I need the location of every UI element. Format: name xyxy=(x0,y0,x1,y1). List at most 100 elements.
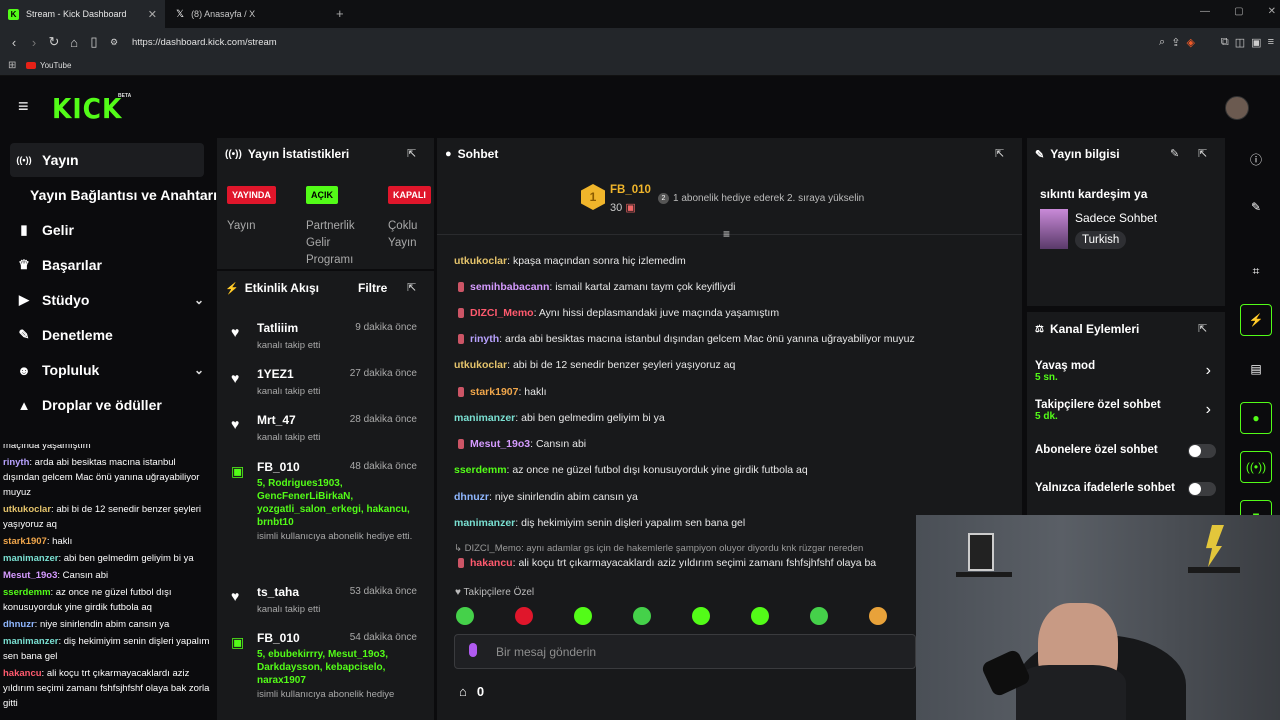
info-icon[interactable]: ⓘ xyxy=(1240,143,1272,175)
popout-icon[interactable]: ⇱ xyxy=(407,147,416,160)
apps-icon[interactable]: ⊞ xyxy=(8,60,16,71)
sidebar-icon[interactable]: ◫ xyxy=(1235,36,1245,49)
chevron-down-icon[interactable]: ⌄ xyxy=(194,293,204,307)
emote-icon[interactable] xyxy=(751,607,769,625)
chat-username[interactable]: sserdemm xyxy=(454,464,507,476)
activity-username[interactable]: ts_taha xyxy=(257,585,299,599)
chat-username[interactable]: dhnuzr xyxy=(3,619,35,630)
filter-button[interactable]: Filtre xyxy=(358,281,387,295)
extensions-icon[interactable]: ⧉ xyxy=(1221,36,1229,49)
emote-icon[interactable] xyxy=(633,607,651,625)
reload-icon[interactable]: ↻ xyxy=(44,34,64,50)
leader-name[interactable]: FB_010 xyxy=(610,184,651,196)
chevron-down-icon[interactable]: ⌄ xyxy=(194,363,204,377)
activity-username[interactable]: 1YEZ1 xyxy=(257,367,294,381)
wallet-icon[interactable]: ▣ xyxy=(1251,36,1261,49)
category-name[interactable]: Sadece Sohbet xyxy=(1075,211,1157,225)
chat-username[interactable]: hakancu xyxy=(470,557,513,569)
mic-icon[interactable] xyxy=(469,643,477,657)
tab-x[interactable]: 𝕏 (8) Anasayfa / X xyxy=(168,0,328,28)
emote-icon[interactable] xyxy=(515,607,533,625)
sidebar-item[interactable]: ▶ Stüdyo ⌄ xyxy=(10,283,204,317)
chat-username[interactable]: rinyth xyxy=(470,333,499,345)
pencil-icon[interactable]: ✎ xyxy=(1240,191,1272,223)
broadcast-icon[interactable]: ((•)) xyxy=(1240,451,1272,483)
user-avatar[interactable] xyxy=(1225,96,1249,120)
tab-kick-dashboard[interactable]: K Stream - Kick Dashboard ✕ xyxy=(0,0,165,28)
site-info-icon[interactable]: ⚙ xyxy=(104,37,124,48)
popout-icon[interactable]: ⇱ xyxy=(407,281,416,294)
back-icon[interactable]: ‹ xyxy=(4,35,24,50)
chat-username[interactable]: stark1907 xyxy=(470,386,518,398)
new-tab-icon[interactable]: + xyxy=(336,6,344,21)
pinned-toggle-icon[interactable]: ≡ xyxy=(723,227,730,241)
sidebar-item[interactable]: ((•)) Yayın xyxy=(10,143,204,177)
chat-text: : Aynı hissi deplasmandaki juve maçında … xyxy=(533,307,780,319)
chat-username[interactable]: manimanzer xyxy=(3,553,58,564)
chat-username[interactable]: stark1907 xyxy=(3,536,47,547)
followers-only-row[interactable]: Takipçilere özel sohbet 5 dk. › xyxy=(1035,399,1217,422)
popout-icon[interactable]: ⇱ xyxy=(1198,147,1207,160)
emote-icon[interactable] xyxy=(810,607,828,625)
document-icon[interactable]: ▤ xyxy=(1240,353,1272,385)
url-field[interactable]: https://dashboard.kick.com/stream xyxy=(132,37,277,48)
edit-icon[interactable]: ✎ xyxy=(1170,147,1179,160)
kick-logo[interactable]: KICK xyxy=(52,93,122,125)
chat-username[interactable]: utkukoclar xyxy=(454,359,507,371)
sidebar-item[interactable]: ▲ Droplar ve ödüller xyxy=(10,388,204,422)
popout-icon[interactable]: ⇱ xyxy=(995,147,1004,160)
zoom-icon[interactable]: ⌕ xyxy=(1159,36,1165,49)
activity-username[interactable]: FB_010 xyxy=(257,631,300,645)
sidebar-item[interactable]: ☻ Topluluk ⌄ xyxy=(10,353,204,387)
chat-username[interactable]: semihbabacann xyxy=(470,281,549,293)
close-window-icon[interactable]: ✕ xyxy=(1268,6,1276,17)
chat-username[interactable]: dhnuzr xyxy=(454,491,489,503)
hamburger-menu-icon[interactable]: ≡ xyxy=(18,96,29,117)
home-icon[interactable]: ⌂ xyxy=(64,35,84,50)
chat-username[interactable]: utkukoclar xyxy=(454,255,507,267)
slow-mode-row[interactable]: Yavaş mod 5 sn. › xyxy=(1035,360,1217,383)
emote-icon[interactable] xyxy=(456,607,474,625)
forward-icon[interactable]: › xyxy=(24,35,44,50)
sidebar-item[interactable]: ✎ Denetleme xyxy=(10,318,204,352)
chat-username[interactable]: utkukoclar xyxy=(3,504,51,515)
chat-username[interactable]: manimanzer xyxy=(454,412,515,424)
share-icon[interactable]: ⇪ xyxy=(1171,36,1180,49)
chat-username[interactable]: rinyth xyxy=(3,457,29,468)
focus-icon[interactable]: ⌗ xyxy=(1240,255,1272,287)
emote-only-toggle[interactable] xyxy=(1188,482,1216,496)
emote-icon[interactable] xyxy=(869,607,887,625)
bookmark-icon[interactable]: ▯ xyxy=(84,34,104,50)
minimize-icon[interactable]: — xyxy=(1200,6,1210,17)
activity-username[interactable]: Tatliiim xyxy=(257,321,298,335)
sidebar-item[interactable]: ▮ Gelir xyxy=(10,213,204,247)
sidebar-item[interactable]: Yayın Bağlantısı ve Anahtarı xyxy=(24,178,218,212)
channel-points[interactable]: ⌂ 0 xyxy=(459,684,484,699)
menu-icon[interactable]: ≡ xyxy=(1268,36,1274,49)
chat-username[interactable]: manimanzer xyxy=(454,517,515,529)
subs-only-toggle[interactable] xyxy=(1188,444,1216,458)
chat-input[interactable]: Bir mesaj gönderin xyxy=(454,634,916,669)
stat-label: Çoklu Yayın xyxy=(388,220,418,249)
slow-mode-value: 5 sn. xyxy=(1035,372,1058,383)
popout-icon[interactable]: ⇱ xyxy=(1198,322,1207,335)
maximize-icon[interactable]: ▢ xyxy=(1234,6,1243,17)
chat-username[interactable]: Mesut_19o3 xyxy=(470,438,530,450)
chat-username[interactable]: hakancu xyxy=(3,668,42,679)
chat-username[interactable]: DIZCI_Memo xyxy=(470,307,534,319)
brave-shield-icon[interactable]: ◈ xyxy=(1186,36,1194,49)
chat-username[interactable]: Mesut_19o3 xyxy=(3,570,57,581)
emote-icon[interactable] xyxy=(692,607,710,625)
chat-username[interactable]: manimanzer xyxy=(3,636,58,647)
activity-username[interactable]: FB_010 xyxy=(257,460,300,474)
bolt-icon[interactable]: ⚡ xyxy=(1240,304,1272,336)
chat-username[interactable]: sserdemm xyxy=(3,587,51,598)
chat-bubble-icon[interactable]: ● xyxy=(1240,402,1272,434)
emote-icon[interactable] xyxy=(574,607,592,625)
close-tab-icon[interactable]: ✕ xyxy=(148,8,157,21)
beta-label: BETA xyxy=(118,93,132,99)
bookmark-youtube[interactable]: YouTube xyxy=(40,61,71,70)
sidebar-item[interactable]: ♛ Başarılar xyxy=(10,248,204,282)
activity-username[interactable]: Mrt_47 xyxy=(257,413,296,427)
activity-title: Etkinlik Akışı xyxy=(244,281,319,295)
